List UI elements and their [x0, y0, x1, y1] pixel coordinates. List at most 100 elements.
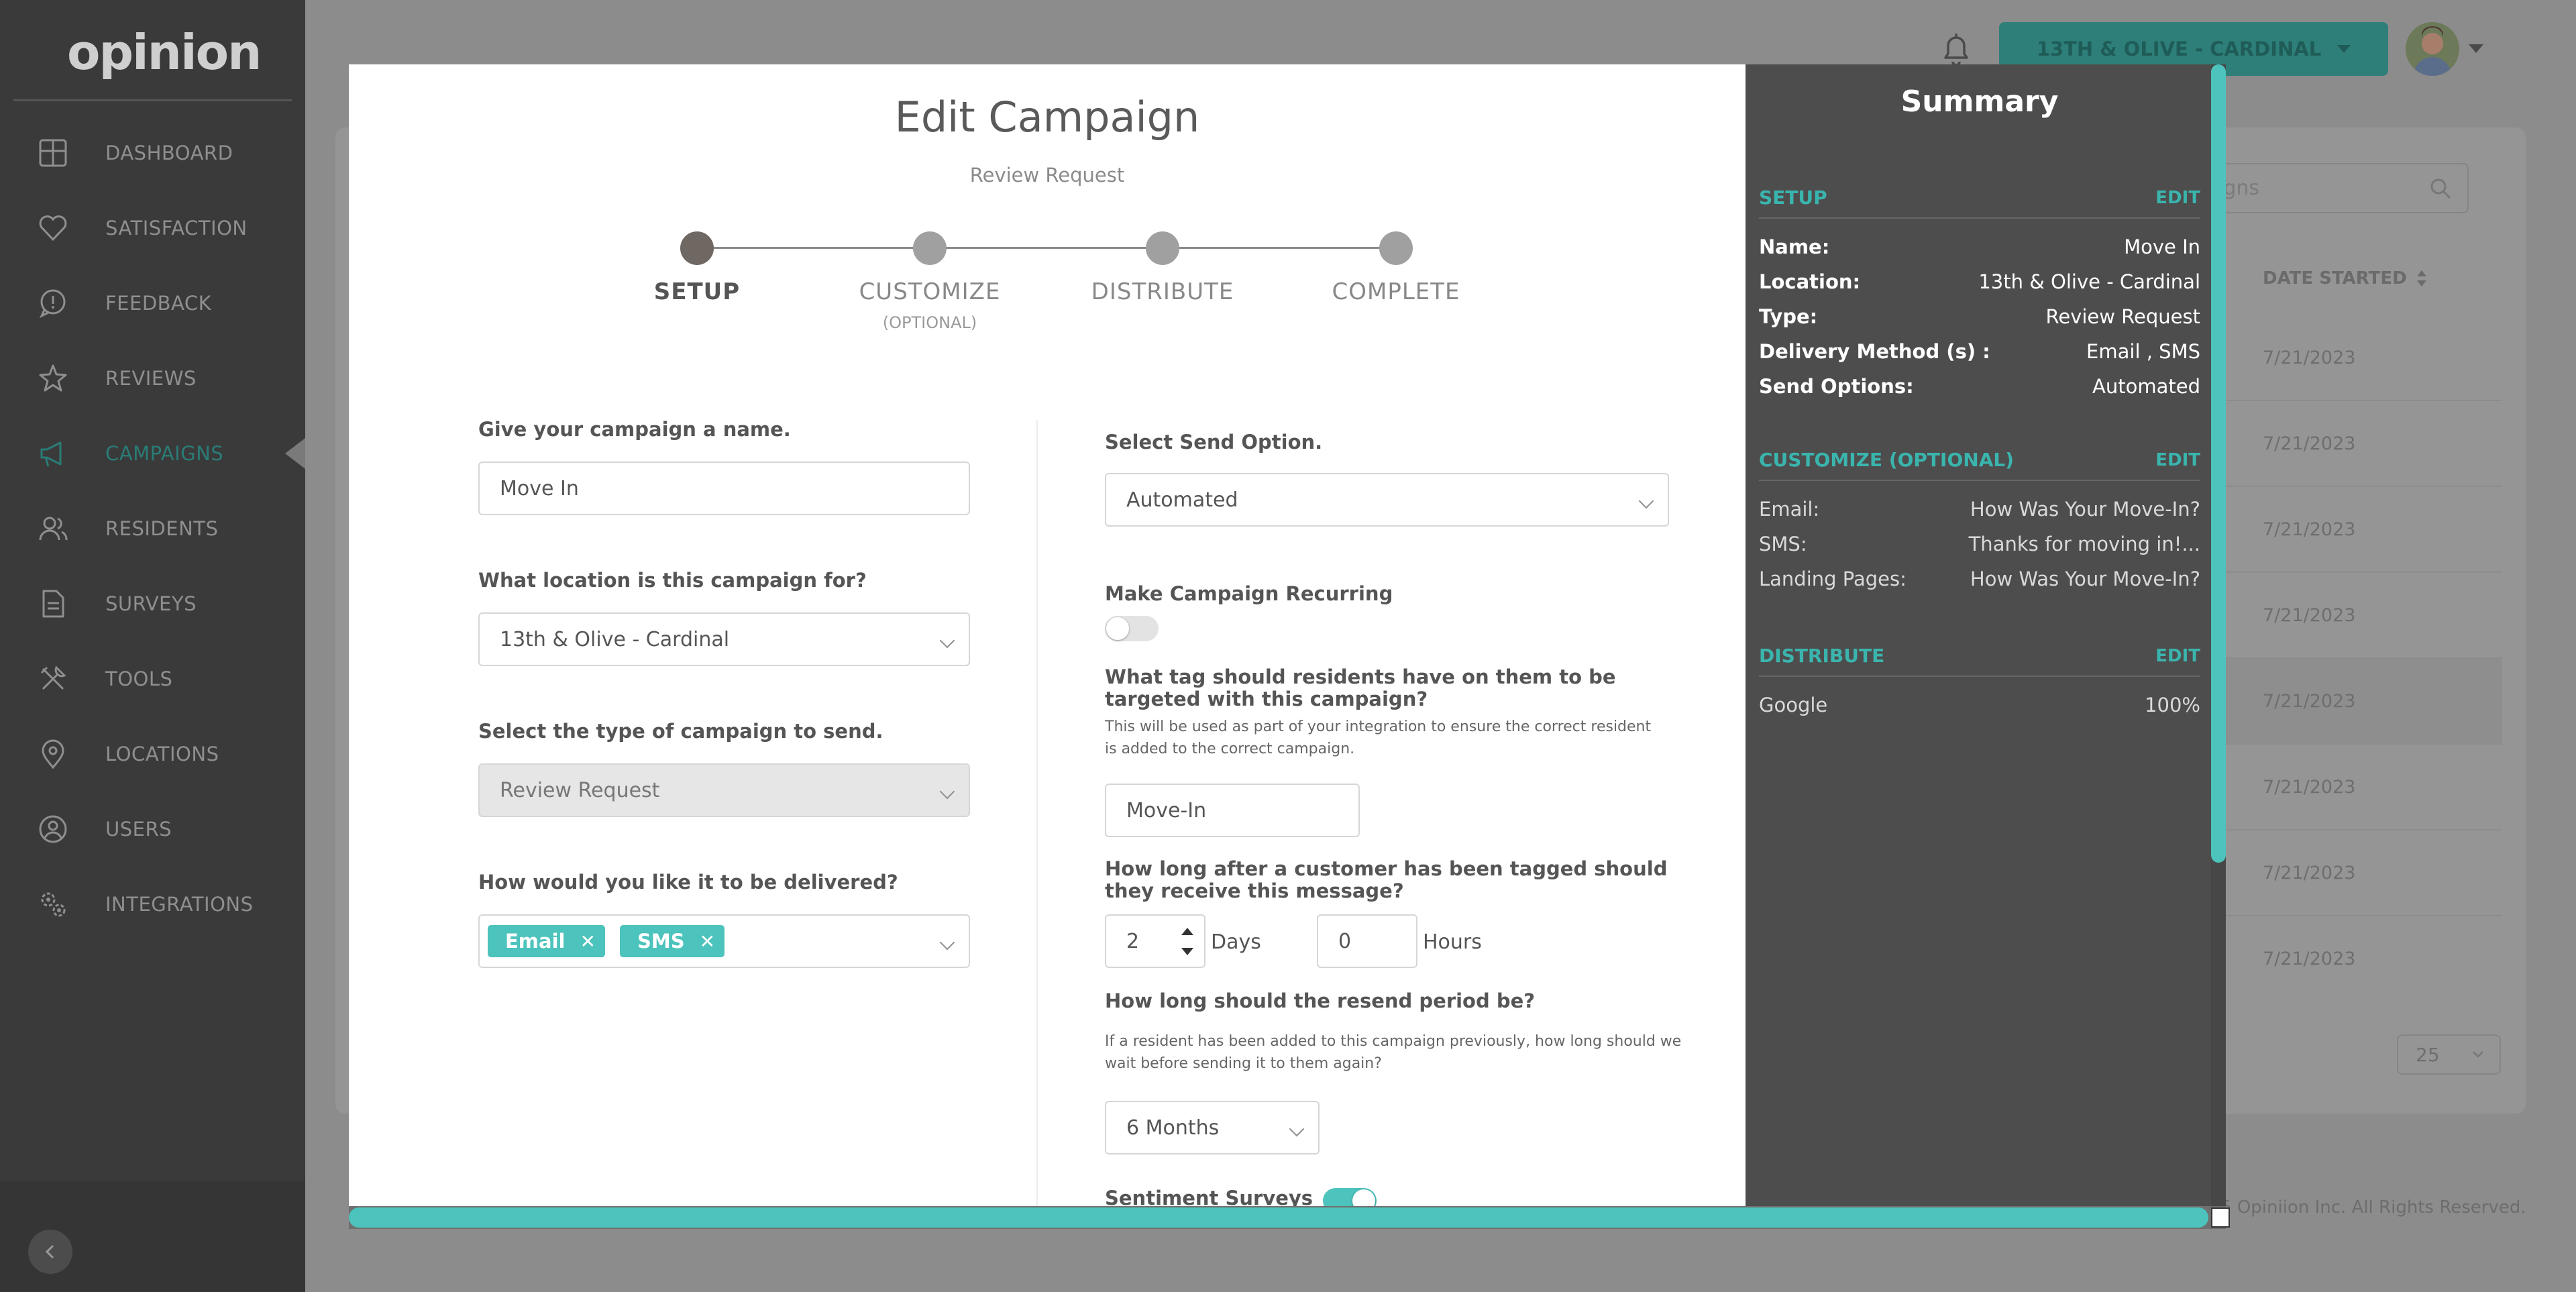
summary-key: Send Options: — [1759, 375, 1914, 398]
sidebar-item-label: RESIDENTS — [105, 517, 219, 540]
days-unit-label: Days — [1211, 930, 1261, 954]
summary-value: Thanks for moving in!... — [1968, 533, 2200, 555]
campaign-name-input[interactable]: Move In — [478, 462, 970, 515]
remove-tag-icon[interactable]: ✕ — [580, 930, 595, 953]
summary-value: Email , SMS — [2086, 340, 2200, 363]
recurring-toggle[interactable] — [1105, 616, 1159, 641]
sidebar-item-surveys[interactable]: SURVEYS — [0, 574, 305, 634]
collapse-sidebar-button[interactable] — [28, 1230, 72, 1274]
step-complete[interactable]: COMPLETE — [1295, 231, 1497, 305]
edit-distribute-link[interactable]: EDIT — [2155, 646, 2200, 666]
table-row[interactable]: 7/21/2023 — [2200, 745, 2502, 830]
date-cell: 7/21/2023 — [2263, 347, 2356, 368]
hours-input[interactable]: 0 — [1317, 914, 1417, 968]
table-row[interactable]: 7/21/2023 — [2200, 659, 2502, 745]
avatar[interactable] — [2406, 22, 2459, 76]
sidebar-item-feedback[interactable]: FEEDBACK — [0, 273, 305, 333]
date-started-column-header[interactable]: DATE STARTED — [2263, 268, 2427, 288]
vertical-scrollbar-thumb[interactable] — [2211, 64, 2226, 863]
sidebar-item-campaigns[interactable]: CAMPAIGNS — [0, 423, 305, 484]
table-row[interactable]: 7/21/2023 — [2200, 315, 2502, 401]
date-cell: 7/21/2023 — [2263, 777, 2356, 798]
step-customize[interactable]: CUSTOMIZE (OPTIONAL) — [829, 231, 1030, 332]
chat-alert-icon — [39, 289, 66, 319]
sidebar-item-integrations[interactable]: INTEGRATIONS — [0, 874, 305, 934]
sidebar-item-label: REVIEWS — [105, 367, 197, 390]
increment-icon[interactable] — [1181, 928, 1193, 935]
resend-period-select[interactable]: 6 Months — [1105, 1101, 1320, 1154]
gears-icon — [41, 892, 66, 917]
summary-key: Google — [1759, 694, 1828, 716]
location-select[interactable]: 13th & Olive - Cardinal — [478, 612, 970, 666]
edit-customize-link[interactable]: EDIT — [2155, 450, 2200, 470]
table-row[interactable]: 7/21/2023 — [2200, 401, 2502, 487]
sidebar-item-tools[interactable]: TOOLS — [0, 649, 305, 709]
summary-row: Type: Review Request — [1759, 305, 2200, 332]
search-input[interactable]: igns — [2200, 163, 2469, 213]
column-header-label: DATE STARTED — [2263, 268, 2407, 288]
document-icon — [42, 590, 64, 618]
remove-tag-icon[interactable]: ✕ — [700, 930, 715, 953]
step-dot — [1379, 231, 1413, 265]
step-label: DISTRIBUTE — [1091, 278, 1234, 305]
sidebar-item-satisfaction[interactable]: SATISFACTION — [0, 198, 305, 258]
chevron-down-icon[interactable] — [2469, 44, 2483, 53]
delivery-tag-sms: SMS ✕ — [619, 925, 725, 957]
summary-row: Location: 13th & Olive - Cardinal — [1759, 270, 2200, 297]
step-distribute[interactable]: DISTRIBUTE — [1062, 231, 1263, 305]
recurring-label: Make Campaign Recurring — [1105, 582, 1393, 605]
page-size-select[interactable]: 25 — [2397, 1034, 2501, 1075]
summary-row: Send Options: Automated — [1759, 375, 2200, 402]
megaphone-icon — [40, 441, 62, 467]
sidebar-item-label: SATISFACTION — [105, 217, 248, 239]
date-cell: 7/21/2023 — [2263, 691, 2356, 712]
sidebar-item-label: FEEDBACK — [105, 292, 212, 315]
chevron-down-icon — [2473, 1051, 2483, 1058]
sidebar-item-reviews[interactable]: REVIEWS — [0, 348, 305, 409]
summary-value: Review Request — [2045, 305, 2201, 328]
sidebar-item-users[interactable]: USERS — [0, 799, 305, 859]
table-row[interactable]: 7/21/2023 — [2200, 916, 2502, 1002]
summary-key: Location: — [1759, 270, 1861, 293]
sidebar-item-residents[interactable]: RESIDENTS — [0, 498, 305, 559]
table-row[interactable]: 7/21/2023 — [2200, 487, 2502, 573]
horizontal-scrollbar-thumb[interactable] — [349, 1207, 2208, 1228]
sentiment-surveys-toggle[interactable] — [1323, 1188, 1377, 1206]
sidebar-item-dashboard[interactable]: DASHBOARD — [0, 123, 305, 183]
delivery-method-multiselect[interactable]: Email ✕ SMS ✕ — [478, 914, 970, 968]
campaign-name-value: Move In — [500, 476, 579, 500]
sidebar-item-label: DASHBOARD — [105, 142, 233, 164]
heart-icon — [39, 215, 67, 241]
summary-value: How Was Your Move-In? — [1970, 568, 2200, 590]
decrement-icon[interactable] — [1181, 948, 1193, 955]
summary-distribute-heading: DISTRIBUTE — [1759, 645, 1885, 667]
resend-period-value: 6 Months — [1126, 1116, 1220, 1140]
campaign-name-label: Give your campaign a name. — [478, 418, 791, 441]
campaign-type-select: Review Request — [478, 763, 970, 817]
summary-title: Summary — [1900, 85, 2059, 119]
send-option-select[interactable]: Automated — [1105, 473, 1669, 527]
bell-icon[interactable] — [1939, 30, 1974, 67]
modal-title: Edit Campaign — [894, 93, 1200, 142]
star-icon — [39, 364, 67, 392]
opinion-logo[interactable]: opinion — [67, 24, 262, 80]
days-input[interactable]: 2 — [1105, 914, 1205, 968]
step-setup[interactable]: SETUP — [596, 231, 798, 305]
sidebar-item-label: SURVEYS — [105, 592, 197, 615]
location-selector-label: 13TH & OLIVE - CARDINAL — [2036, 38, 2322, 60]
location-value: 13th & Olive - Cardinal — [500, 627, 730, 651]
summary-divider — [1759, 676, 2200, 677]
sidebar-item-label: TOOLS — [105, 667, 173, 690]
grid-icon — [39, 139, 67, 167]
number-stepper[interactable] — [1179, 921, 1195, 963]
step-label: COMPLETE — [1332, 278, 1460, 305]
summary-row: Delivery Method (s) : Email , SMS — [1759, 340, 2200, 367]
sidebar-item-locations[interactable]: LOCATIONS — [0, 724, 305, 784]
table-row[interactable]: 7/21/2023 — [2200, 573, 2502, 659]
summary-key: Name: — [1759, 235, 1830, 258]
step-label: SETUP — [653, 278, 741, 305]
summary-panel: Summary SETUP EDIT Name: Move In Location… — [1746, 64, 2214, 1206]
table-row[interactable]: 7/21/2023 — [2200, 830, 2502, 916]
target-tag-input[interactable]: Move-In — [1105, 784, 1360, 837]
edit-setup-link[interactable]: EDIT — [2155, 188, 2200, 208]
